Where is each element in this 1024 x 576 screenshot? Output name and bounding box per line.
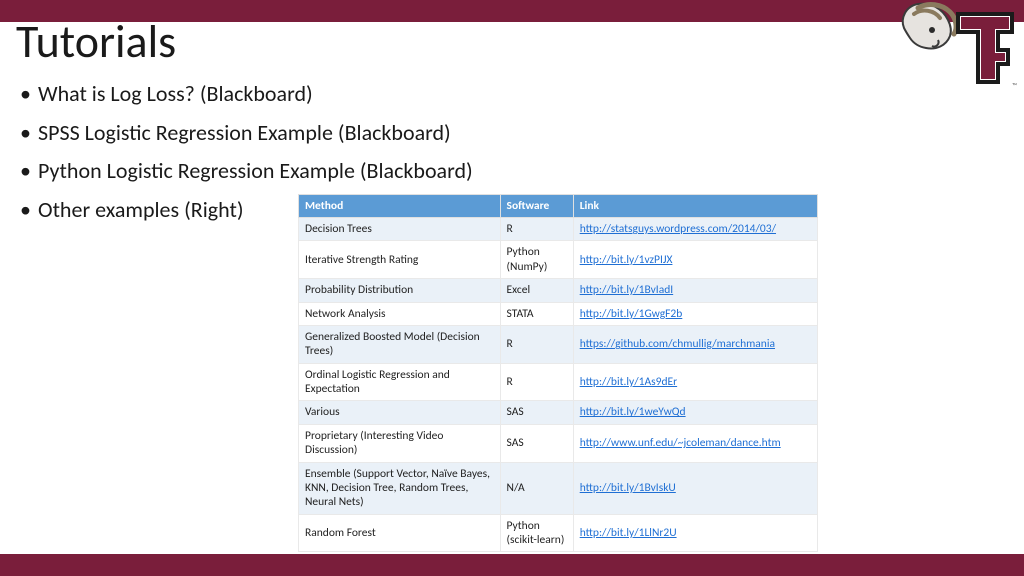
- col-header-software: Software: [500, 195, 573, 218]
- cell-method: Generalized Boosted Model (Decision Tree…: [299, 325, 501, 363]
- cell-software: STATA: [500, 302, 573, 325]
- cell-link: http://www.unf.edu/~jcoleman/dance.htm: [573, 424, 817, 462]
- cell-method: Decision Trees: [299, 218, 501, 241]
- tutorial-link[interactable]: http://bit.ly/1As9dEr: [580, 375, 677, 389]
- examples-table: Method Software Link Decision TreesRhttp…: [298, 194, 818, 552]
- cell-software: R: [500, 218, 573, 241]
- cell-software: R: [500, 363, 573, 401]
- tutorial-link[interactable]: http://bit.ly/1vzPIJX: [580, 253, 673, 267]
- cell-software: R: [500, 325, 573, 363]
- table-row: Random ForestPython (scikit-learn) http:/…: [299, 514, 818, 552]
- cell-method: Proprietary (Interesting Video Discussio…: [299, 424, 501, 462]
- cell-link: http://bit.ly/1BvIadI: [573, 279, 817, 302]
- cell-link: http://statsguys.wordpress.com/2014/03/: [573, 218, 817, 241]
- cell-software: Python (scikit-learn): [500, 514, 573, 552]
- cell-link: http://bit.ly/1weYwQd: [573, 401, 817, 424]
- cell-method: Various: [299, 401, 501, 424]
- list-item: Python Logistic Regression Example (Blac…: [20, 157, 473, 186]
- list-item: SPSS Logistic Regression Example (Blackb…: [20, 119, 473, 148]
- cell-method: Network Analysis: [299, 302, 501, 325]
- cell-method: Probability Distribution: [299, 279, 501, 302]
- cell-software: Excel: [500, 279, 573, 302]
- list-item: What is Log Loss? (Blackboard): [20, 80, 473, 109]
- tutorial-link[interactable]: http://bit.ly/1BvIadI: [580, 283, 673, 297]
- cell-link: http://bit.ly/1BvIskU: [573, 462, 817, 514]
- table-row: Ordinal Logistic Regression and Expectat…: [299, 363, 818, 401]
- table-row: Decision TreesRhttp://statsguys.wordpres…: [299, 218, 818, 241]
- table-row: Generalized Boosted Model (Decision Tree…: [299, 325, 818, 363]
- cell-link: http://bit.ly/1GwgF2b: [573, 302, 817, 325]
- footer-bar: [0, 554, 1024, 576]
- tutorial-link[interactable]: https://github.com/chmullig/marchmania: [580, 337, 775, 351]
- table-row: Network AnalysisSTATA http://bit.ly/1GwgF…: [299, 302, 818, 325]
- tutorial-link[interactable]: http://bit.ly/1GwgF2b: [580, 307, 683, 321]
- page-title: Tutorials: [16, 14, 176, 70]
- fordham-ram-logo: ™: [898, 0, 1018, 94]
- cell-link: http://bit.ly/1As9dEr: [573, 363, 817, 401]
- col-header-method: Method: [299, 195, 501, 218]
- cell-method: Ensemble (Support Vector, Naïve Bayes, K…: [299, 462, 501, 514]
- cell-method: Ordinal Logistic Regression and Expectat…: [299, 363, 501, 401]
- svg-text:™: ™: [1012, 81, 1017, 90]
- table-row: Ensemble (Support Vector, Naïve Bayes, K…: [299, 462, 818, 514]
- tutorial-link[interactable]: http://bit.ly/1LlNr2U: [580, 526, 677, 540]
- cell-link: http://bit.ly/1LlNr2U: [573, 514, 817, 552]
- cell-link: http://bit.ly/1vzPIJX: [573, 241, 817, 279]
- table-row: Iterative Strength RatingPython (NumPy) h…: [299, 241, 818, 279]
- tutorial-link[interactable]: http://statsguys.wordpress.com/2014/03/: [580, 222, 776, 236]
- tutorial-link[interactable]: http://bit.ly/1weYwQd: [580, 405, 686, 419]
- cell-software: Python (NumPy): [500, 241, 573, 279]
- table-row: Proprietary (Interesting Video Discussio…: [299, 424, 818, 462]
- cell-software: SAS: [500, 401, 573, 424]
- tutorial-link[interactable]: http://bit.ly/1BvIskU: [580, 481, 676, 495]
- table-row: Probability DistributionExcel http://bit.…: [299, 279, 818, 302]
- cell-method: Iterative Strength Rating: [299, 241, 501, 279]
- col-header-link: Link: [573, 195, 817, 218]
- cell-software: N/A: [500, 462, 573, 514]
- table-row: VariousSAS http://bit.ly/1weYwQd: [299, 401, 818, 424]
- cell-link: https://github.com/chmullig/marchmania: [573, 325, 817, 363]
- tutorial-link[interactable]: http://www.unf.edu/~jcoleman/dance.htm: [580, 436, 781, 450]
- table-header-row: Method Software Link: [299, 195, 818, 218]
- cell-software: SAS: [500, 424, 573, 462]
- cell-method: Random Forest: [299, 514, 501, 552]
